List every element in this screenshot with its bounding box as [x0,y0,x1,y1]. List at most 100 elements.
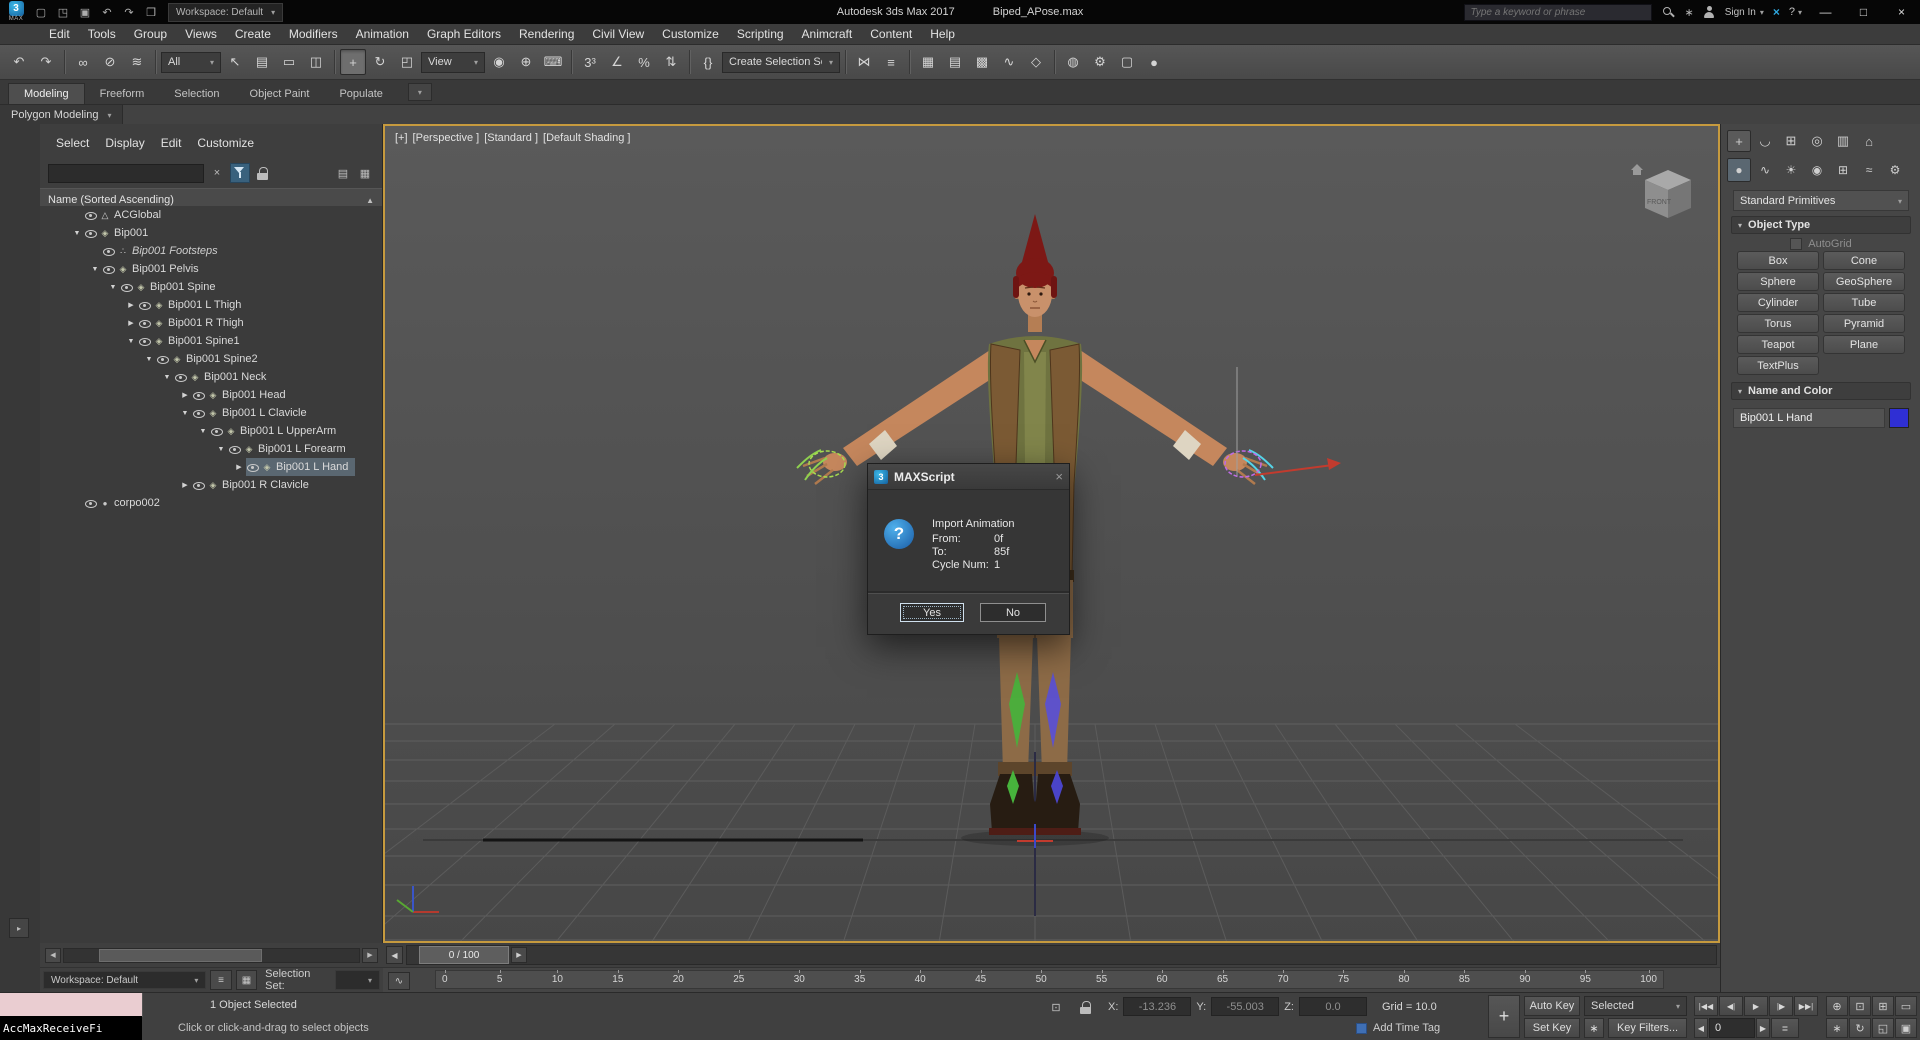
expand-arrow-icon[interactable] [178,481,192,489]
menu-item[interactable]: Group [125,24,176,44]
previous-frame-arrow[interactable]: ◀ [386,946,403,964]
spinner-snap-icon[interactable]: ⇅ [658,49,684,75]
category-shapes-icon[interactable]: ∿ [1753,158,1777,182]
maxscript-mini-listener[interactable]: AccMaxReceiveFi [0,1016,142,1040]
key-filters-button[interactable]: Key Filters... [1608,1018,1687,1038]
select-and-scale-icon[interactable]: ◰ [394,49,420,75]
curve-editor-icon[interactable]: ∿ [996,49,1022,75]
visibility-eye-icon[interactable] [228,440,242,458]
tree-row[interactable]: Bip001 R Clavicle [40,476,382,494]
tree-row[interactable]: Bip001 Spine2 [40,350,382,368]
previous-frame-button[interactable]: ◀| [1719,996,1743,1016]
object-type-button[interactable]: Sphere [1737,272,1819,291]
ribbon-tab[interactable]: Object Paint [235,84,325,104]
edit-named-selection-sets-icon[interactable]: {} [695,49,721,75]
render-production-icon[interactable]: ● [1141,49,1167,75]
viewport-layout-icon[interactable]: ▣ [1895,1018,1917,1038]
menu-item[interactable]: Civil View [583,24,653,44]
filter-funnel-icon[interactable] [230,163,250,183]
menu-item[interactable]: Help [921,24,964,44]
redo-icon[interactable]: ↷ [118,2,140,22]
material-editor-icon[interactable]: ◍ [1060,49,1086,75]
panel-collapse-icon[interactable]: ▸ [9,918,29,938]
rectangular-selection-icon[interactable]: ▭ [276,49,302,75]
tab-hierarchy[interactable]: ⊞ [1779,130,1803,152]
tree-row[interactable]: Bip001 Spine [40,278,382,296]
category-systems-icon[interactable]: ⚙ [1883,158,1907,182]
expand-arrow-icon[interactable] [124,301,138,309]
ribbon-tab[interactable]: Populate [324,84,397,104]
select-and-link-icon[interactable]: ∞ [70,49,96,75]
explorer-menu-item[interactable]: Display [97,136,152,150]
reference-coordinate-dropdown[interactable]: View [421,52,485,73]
percent-snap-icon[interactable]: % [631,49,657,75]
render-setup-icon[interactable]: ⚙ [1087,49,1113,75]
visibility-eye-icon[interactable] [120,278,134,296]
tab-display[interactable]: ▥ [1831,130,1855,152]
expand-arrow-icon[interactable] [88,266,102,273]
pan-icon[interactable]: ∗ [1826,1018,1848,1038]
clear-search-icon[interactable]: × [208,164,226,182]
time-slider-track[interactable]: 0 / 100 ▶ [406,945,1717,965]
object-color-swatch[interactable] [1889,408,1909,428]
key-mode-icon[interactable]: ∗ [1584,1018,1604,1038]
tree-row[interactable]: corpo002 [40,494,382,512]
use-pivot-center-icon[interactable]: ◉ [486,49,512,75]
autogrid-checkbox[interactable] [1790,238,1802,250]
tree-row[interactable]: Bip001 Neck [40,368,382,386]
project-folder-icon[interactable]: ❒ [140,2,162,22]
angle-snap-icon[interactable]: ∠ [604,49,630,75]
visibility-eye-icon[interactable] [138,314,152,332]
new-scene-icon[interactable]: ▢ [30,2,52,22]
explorer-menu-item[interactable]: Edit [153,136,190,150]
scroll-left-icon[interactable]: ◀ [45,948,61,963]
menu-item[interactable]: Content [861,24,921,44]
z-coordinate-field[interactable]: 0.0 [1299,997,1367,1016]
dialog-titlebar[interactable]: 3 MAXScript × [868,464,1069,490]
zoom-all-icon[interactable]: ⊡ [1849,996,1871,1016]
object-type-rollout-header[interactable]: Object Type [1731,216,1911,234]
object-type-button[interactable]: Torus [1737,314,1819,333]
maximize-button[interactable]: □ [1849,1,1878,23]
undo-icon[interactable]: ↶ [96,2,118,22]
play-button[interactable]: ▶ [1744,996,1768,1016]
category-helpers-icon[interactable]: ⊞ [1831,158,1855,182]
menu-item[interactable]: Scripting [728,24,793,44]
expand-arrow-icon[interactable] [106,284,120,291]
viewport-label-segment[interactable]: [Default Shading ] [543,132,630,144]
object-type-button[interactable]: GeoSphere [1823,272,1905,291]
name-color-rollout-header[interactable]: Name and Color [1731,382,1911,400]
help-search-box[interactable] [1464,4,1652,21]
explorer-menu-item[interactable]: Select [48,136,97,150]
tab-create[interactable]: + [1727,130,1751,152]
tree-row[interactable]: Bip001 Footsteps [40,242,382,260]
toggle-ribbon-icon[interactable]: ▩ [969,49,995,75]
category-cameras-icon[interactable]: ◉ [1805,158,1829,182]
tree-row[interactable]: Bip001 Spine1 [40,332,382,350]
workspace-menu-icon[interactable]: ≡ [210,970,231,990]
menu-item[interactable]: Edit [40,24,79,44]
menu-item[interactable]: Modifiers [280,24,347,44]
frame-spinner-down[interactable]: ◀ [1694,1018,1708,1038]
next-frame-arrow[interactable]: ▶ [511,947,527,963]
selection-set-key-dropdown[interactable]: Selected [1584,996,1687,1016]
object-type-button[interactable]: Teapot [1737,335,1819,354]
expand-arrow-icon[interactable] [232,463,246,471]
expand-arrow-icon[interactable] [70,230,84,237]
viewport-label-segment[interactable]: [Standard ] [484,132,538,144]
object-type-button[interactable]: Pyramid [1823,314,1905,333]
current-frame-field[interactable]: 0 [1709,1018,1755,1038]
object-name-field[interactable]: Bip001 L Hand [1733,408,1885,428]
visibility-eye-icon[interactable] [246,458,260,476]
expand-arrow-icon[interactable] [160,374,174,381]
category-spacewarps-icon[interactable]: ≈ [1857,158,1881,182]
selection-filter-dropdown[interactable]: All [161,52,221,73]
sync-selection-icon[interactable]: ▦ [356,164,374,182]
tree-row[interactable]: ACGlobal [40,206,382,224]
explorer-menu-item[interactable]: Customize [189,136,262,150]
orbit-icon[interactable]: ↻ [1849,1018,1871,1038]
tree-row[interactable]: Bip001 Pelvis [40,260,382,278]
expand-arrow-icon[interactable] [178,410,192,417]
undo-icon[interactable]: ↶ [6,49,32,75]
column-chooser-icon[interactable]: ▤ [334,164,352,182]
